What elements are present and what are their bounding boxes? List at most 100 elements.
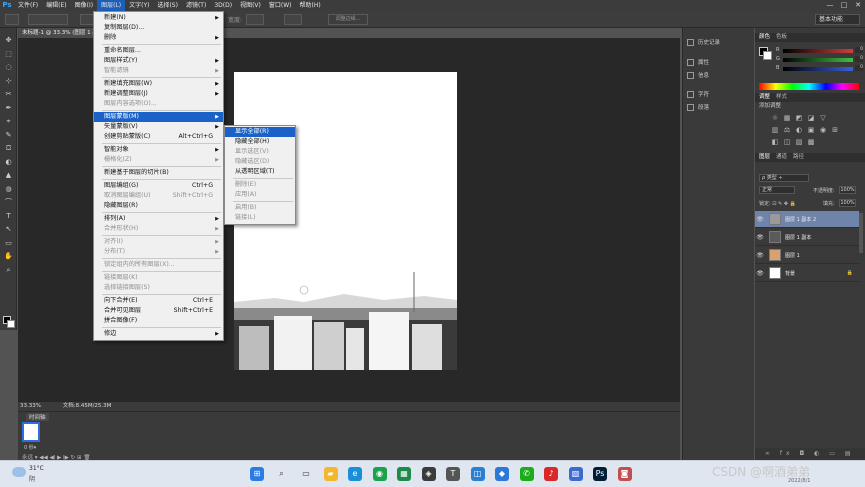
eraser-tool-icon[interactable]: ▲ bbox=[4, 171, 13, 179]
layer-name[interactable]: 图层 1 副本 2 bbox=[785, 216, 816, 223]
weather-description[interactable]: 阴 bbox=[29, 474, 35, 483]
channel-g-value[interactable]: 0 bbox=[855, 56, 863, 62]
menu-5[interactable]: 选择(S) bbox=[153, 0, 182, 11]
pen-tool-icon[interactable]: T bbox=[4, 212, 13, 220]
layer-row[interactable]: 👁 图层 1 bbox=[755, 247, 859, 264]
marquee-tool-icon[interactable]: ⬚ bbox=[4, 50, 13, 58]
menu-7[interactable]: 3D(D) bbox=[210, 0, 236, 11]
zoom-level[interactable]: 33.33% bbox=[20, 403, 41, 409]
start-icon[interactable]: ⊞ bbox=[250, 467, 264, 481]
app-icon-4[interactable]: ▧ bbox=[568, 467, 583, 481]
layer_menu-item[interactable]: 图层样式(Y) ▶ bbox=[94, 56, 223, 66]
move-tool-icon[interactable]: ✥ bbox=[4, 36, 13, 44]
adjustment-icon[interactable]: ▩ bbox=[807, 139, 815, 146]
healing-tool-icon[interactable]: ⌖ bbox=[4, 117, 13, 125]
adjustment-icon[interactable]: ◩ bbox=[795, 115, 803, 122]
background-color-icon[interactable] bbox=[7, 320, 15, 328]
collapsed-panel-item[interactable]: 信息 bbox=[687, 71, 709, 79]
adjustment-icon[interactable]: ▨ bbox=[795, 139, 803, 146]
app-icon-3[interactable]: ◆ bbox=[495, 467, 509, 481]
selection-mode-buttons[interactable] bbox=[28, 14, 68, 25]
menu-9[interactable]: 窗口(W) bbox=[265, 0, 296, 11]
tool-preset-picker[interactable] bbox=[5, 14, 19, 25]
tab-channels[interactable]: 通道 bbox=[776, 153, 787, 162]
layer-name[interactable]: 背景 bbox=[785, 270, 795, 277]
layer-name[interactable]: 图层 1 副本 bbox=[785, 234, 811, 241]
tab-swatches[interactable]: 色板 bbox=[776, 33, 787, 42]
history-brush-tool-icon[interactable]: ◐ bbox=[4, 158, 13, 166]
crop-tool-icon[interactable]: ✂ bbox=[4, 90, 13, 98]
minimize-button[interactable]: — bbox=[823, 0, 837, 11]
search-icon[interactable]: ⌕ bbox=[275, 467, 289, 481]
layer_menu-item[interactable]: 新建填充图层(W) ▶ bbox=[94, 79, 223, 89]
frame-delay[interactable]: 0 秒▾ bbox=[24, 444, 36, 451]
app-icon[interactable]: ◈ bbox=[421, 467, 436, 481]
timeline-frame[interactable] bbox=[22, 422, 40, 442]
layer_menu-item[interactable]: 删除 ▶ bbox=[94, 33, 223, 43]
collapsed-panel-item[interactable]: 历史记录 bbox=[687, 38, 720, 46]
channel-b-slider[interactable] bbox=[783, 67, 853, 71]
channel-r-slider[interactable] bbox=[783, 49, 853, 53]
height-field[interactable] bbox=[284, 14, 302, 25]
visibility-eye-icon[interactable]: 👁 bbox=[755, 234, 765, 241]
menu-0[interactable]: 文件(F) bbox=[14, 0, 42, 11]
channel-r-value[interactable]: 0 bbox=[855, 47, 863, 53]
mask_menu-item[interactable]: 隐藏全部(H) bbox=[225, 137, 295, 147]
collapsed-panel-item[interactable]: 段落 bbox=[687, 103, 709, 111]
mask_menu-item[interactable]: 从透明区域(T) bbox=[225, 167, 295, 177]
eyedropper-tool-icon[interactable]: ✒ bbox=[4, 104, 13, 112]
layer-row[interactable]: 👁 背景 🔒 bbox=[755, 265, 859, 282]
dodge-tool-icon[interactable]: ⌒ bbox=[4, 198, 13, 206]
visibility-eye-icon[interactable]: 👁 bbox=[755, 252, 765, 259]
color-spectrum[interactable] bbox=[759, 83, 859, 90]
layers-scrollbar[interactable] bbox=[859, 213, 863, 253]
menu-10[interactable]: 帮助(H) bbox=[296, 0, 325, 11]
layer_menu-item[interactable]: 重命名图层... bbox=[94, 46, 223, 56]
tab-paths[interactable]: 路径 bbox=[793, 153, 804, 162]
wechat-icon[interactable]: ✆ bbox=[519, 467, 534, 481]
layer_menu-item[interactable]: 智能对象 ▶ bbox=[94, 145, 223, 155]
adjustment-icon[interactable]: ▣ bbox=[807, 127, 815, 134]
netease-icon[interactable]: ♪ bbox=[544, 467, 558, 481]
brush-tool-icon[interactable]: ✎ bbox=[4, 131, 13, 139]
tab-color[interactable]: 颜色 bbox=[759, 33, 770, 42]
layer-row[interactable]: 👁 图层 1 副本 2 bbox=[755, 211, 859, 228]
adjustment-icon[interactable]: ▥ bbox=[771, 127, 779, 134]
layer_menu-item[interactable]: 合并可见图层 Shift+Ctrl+E bbox=[94, 306, 223, 316]
background-color-swatch[interactable] bbox=[763, 51, 772, 60]
mask_menu-item[interactable]: 显示全部(R) bbox=[225, 127, 295, 137]
close-button[interactable]: ✕ bbox=[851, 0, 865, 11]
refine-edge-button[interactable]: 调整边缘... bbox=[328, 14, 368, 25]
quick-select-tool-icon[interactable]: ⊹ bbox=[4, 77, 13, 85]
collapsed-panel-item[interactable]: 属性 bbox=[687, 58, 709, 66]
weather-temperature[interactable]: 31°C bbox=[29, 465, 44, 472]
chrome-icon[interactable]: ◉ bbox=[372, 467, 387, 481]
layer-filter-select[interactable]: ρ 类型 ÷ bbox=[759, 174, 809, 182]
shape-tool-icon[interactable]: ✋ bbox=[4, 252, 13, 260]
menu-4[interactable]: 文字(Y) bbox=[125, 0, 153, 11]
adjustment-icon[interactable]: ◐ bbox=[795, 127, 803, 134]
adjustment-icon[interactable]: ◫ bbox=[783, 139, 791, 146]
document-info[interactable]: 文档:8.45M/25.3M bbox=[63, 403, 112, 409]
typora-icon[interactable]: T bbox=[446, 467, 460, 481]
layer_menu-item[interactable]: 排列(A) ▶ bbox=[94, 214, 223, 224]
type-tool-icon[interactable]: ↖ bbox=[4, 225, 13, 233]
lasso-tool-icon[interactable]: ◌ bbox=[4, 63, 13, 71]
taskview-icon[interactable]: ▭ bbox=[299, 467, 313, 481]
gradient-tool-icon[interactable]: ◍ bbox=[4, 185, 13, 193]
adjustment-icon[interactable]: ▽ bbox=[819, 115, 827, 122]
excel-icon[interactable]: ▦ bbox=[397, 467, 411, 481]
layer_menu-item[interactable]: 图层编组(G) Ctrl+G bbox=[94, 181, 223, 191]
lock-options[interactable]: 锁定: ⊡ ✎ ✥ 🔒 bbox=[759, 200, 796, 207]
menu-2[interactable]: 图像(I) bbox=[71, 0, 97, 11]
weather-cloud-icon[interactable] bbox=[12, 467, 26, 477]
layer_menu-item[interactable]: 修边 ▶ bbox=[94, 329, 223, 339]
path-select-tool-icon[interactable]: ▭ bbox=[4, 239, 13, 247]
layer_menu-item[interactable]: 新建调整图层(J) ▶ bbox=[94, 89, 223, 99]
menu-1[interactable]: 编辑(E) bbox=[42, 0, 70, 11]
layers-footer-buttons[interactable]: ∞ fx ◘ ◐ ▭ ▤ 🗑 bbox=[755, 448, 865, 469]
menu-6[interactable]: 滤镜(T) bbox=[182, 0, 210, 11]
workspace-select[interactable]: 基本功能 bbox=[815, 14, 860, 25]
channel-b-value[interactable]: 0 bbox=[855, 65, 863, 71]
layer_menu-item[interactable]: 矢量蒙版(V) ▶ bbox=[94, 122, 223, 132]
